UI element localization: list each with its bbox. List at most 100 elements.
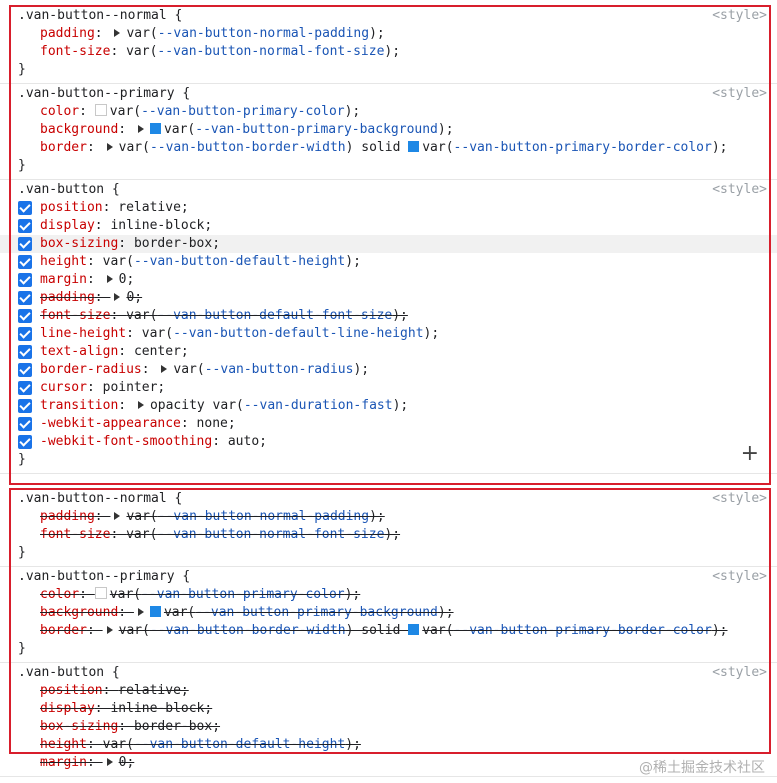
variable-name[interactable]: --van-button-border-width	[150, 140, 346, 155]
property-name[interactable]: font-size	[40, 308, 110, 323]
value-text[interactable]: auto;	[228, 434, 267, 449]
variable-name[interactable]: --van-button-primary-border-color	[454, 623, 712, 638]
css-declaration[interactable]: line-height: var(--van-button-default-li…	[0, 325, 777, 343]
expand-triangle-icon[interactable]	[106, 758, 113, 766]
property-name[interactable]: height	[40, 254, 87, 269]
expand-triangle-icon[interactable]	[106, 275, 113, 283]
value-text[interactable]: );	[345, 104, 361, 119]
value-text[interactable]: var(	[119, 140, 150, 155]
value-text[interactable]: 0;	[126, 290, 142, 305]
property-name[interactable]: text-align	[40, 344, 118, 359]
value-text[interactable]: );	[712, 140, 728, 155]
value-text[interactable]: var(	[126, 308, 157, 323]
variable-name[interactable]: --van-button-normal-font-size	[157, 44, 384, 59]
color-swatch[interactable]	[408, 624, 420, 635]
value-text[interactable]: 0;	[119, 755, 135, 770]
value-text[interactable]: );	[384, 44, 400, 59]
css-declaration[interactable]: height: var(--van-button-default-height)…	[0, 736, 777, 754]
css-declaration[interactable]: display: inline-block;	[0, 700, 777, 718]
rule-origin-link[interactable]: <style>	[712, 85, 767, 103]
color-swatch[interactable]	[94, 587, 107, 599]
declaration-checkbox[interactable]	[18, 309, 32, 323]
value-text[interactable]: var(	[164, 605, 195, 620]
value-text[interactable]: ) solid	[346, 623, 409, 638]
property-name[interactable]: box-sizing	[40, 719, 118, 734]
color-swatch[interactable]	[149, 606, 161, 617]
declaration-checkbox[interactable]	[18, 291, 32, 305]
color-swatch[interactable]	[149, 123, 161, 134]
expand-triangle-icon[interactable]	[106, 143, 113, 151]
variable-name[interactable]: --van-button-primary-border-color	[454, 140, 712, 155]
value-text[interactable]: var(	[110, 104, 141, 119]
variable-name[interactable]: --van-button-primary-color	[141, 587, 345, 602]
declaration-checkbox[interactable]	[18, 345, 32, 359]
property-name[interactable]: font-size	[40, 44, 110, 59]
declaration-checkbox[interactable]	[18, 399, 32, 413]
rule-origin-link[interactable]: <style>	[712, 664, 767, 682]
value-text[interactable]: );	[712, 623, 728, 638]
css-declaration[interactable]: color: var(--van-button-primary-color);	[0, 586, 777, 604]
variable-name[interactable]: --van-button-normal-font-size	[157, 527, 384, 542]
declaration-checkbox[interactable]	[18, 363, 32, 377]
expand-triangle-icon[interactable]	[137, 608, 144, 616]
property-name[interactable]: background	[40, 605, 118, 620]
property-name[interactable]: -webkit-font-smoothing	[40, 434, 212, 449]
value-text[interactable]: ) solid	[346, 140, 409, 155]
color-swatch[interactable]	[94, 104, 107, 116]
declaration-checkbox[interactable]	[18, 327, 32, 341]
value-text[interactable]: pointer;	[103, 380, 166, 395]
value-text[interactable]: );	[438, 122, 454, 137]
css-declaration[interactable]: font-size: var(--van-button-default-font…	[0, 307, 777, 325]
rule-origin-link[interactable]: <style>	[712, 7, 767, 25]
value-text[interactable]: var(	[422, 140, 453, 155]
property-name[interactable]: color	[40, 587, 79, 602]
css-declaration[interactable]: position: relative;	[0, 199, 777, 217]
property-name[interactable]: box-sizing	[40, 236, 118, 251]
declaration-checkbox[interactable]	[18, 381, 32, 395]
value-text[interactable]: var(	[173, 362, 204, 377]
value-text[interactable]: relative;	[118, 683, 188, 698]
add-declaration-button[interactable]: +	[741, 443, 759, 465]
property-name[interactable]: cursor	[40, 380, 87, 395]
value-text[interactable]: var(	[422, 623, 453, 638]
variable-name[interactable]: --van-button-normal-padding	[158, 509, 369, 524]
value-text[interactable]: var(	[103, 254, 134, 269]
expand-triangle-icon[interactable]	[114, 512, 121, 520]
property-name[interactable]: transition	[40, 398, 118, 413]
value-text[interactable]: opacity var(	[150, 398, 244, 413]
value-text[interactable]: var(	[164, 122, 195, 137]
property-name[interactable]: -webkit-appearance	[40, 416, 181, 431]
css-declaration[interactable]: border: var(--van-button-border-width) s…	[0, 622, 777, 640]
expand-triangle-icon[interactable]	[161, 365, 168, 373]
property-name[interactable]: border	[40, 140, 87, 155]
css-declaration[interactable]: margin: 0;	[0, 271, 777, 289]
variable-name[interactable]: --van-button-primary-color	[141, 104, 345, 119]
property-name[interactable]: line-height	[40, 326, 126, 341]
value-text[interactable]: border-box;	[134, 719, 220, 734]
property-name[interactable]: height	[40, 737, 87, 752]
value-text[interactable]: var(	[126, 509, 157, 524]
property-name[interactable]: position	[40, 683, 103, 698]
css-declaration[interactable]: -webkit-font-smoothing: auto;	[0, 433, 777, 451]
value-text[interactable]: );	[424, 326, 440, 341]
rule-selector[interactable]: .van-button {	[18, 665, 120, 680]
property-name[interactable]: padding	[40, 290, 95, 305]
css-declaration[interactable]: transition: opacity var(--van-duration-f…	[0, 397, 777, 415]
value-text[interactable]: );	[393, 398, 409, 413]
value-text[interactable]: var(	[126, 527, 157, 542]
value-text[interactable]: );	[345, 254, 361, 269]
declaration-checkbox[interactable]	[18, 201, 32, 215]
variable-name[interactable]: --van-button-default-line-height	[173, 326, 423, 341]
property-name[interactable]: color	[40, 104, 79, 119]
rule-selector[interactable]: .van-button--primary {	[18, 569, 190, 584]
variable-name[interactable]: --van-duration-fast	[244, 398, 393, 413]
css-declaration[interactable]: text-align: center;	[0, 343, 777, 361]
variable-name[interactable]: --van-button-border-width	[150, 623, 346, 638]
property-name[interactable]: display	[40, 218, 95, 233]
rule-origin-link[interactable]: <style>	[712, 568, 767, 586]
css-declaration[interactable]: color: var(--van-button-primary-color);	[0, 103, 777, 121]
rule-origin-link[interactable]: <style>	[712, 181, 767, 199]
property-name[interactable]: margin	[40, 755, 87, 770]
css-declaration[interactable]: background: var(--van-button-primary-bac…	[0, 604, 777, 622]
expand-triangle-icon[interactable]	[137, 125, 144, 133]
